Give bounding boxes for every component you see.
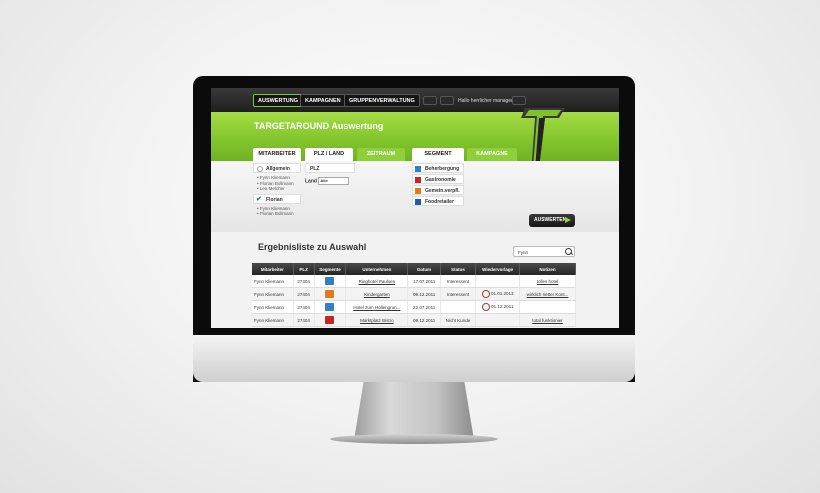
company-link[interactable]: Ringhotel Paulsen: [345, 275, 409, 288]
notes-link[interactable]: tolles hotel: [519, 275, 576, 288]
checkmark-icon: ✔: [256, 195, 262, 203]
notes-link[interactable]: wirklich netter Kont...: [519, 287, 576, 301]
table-row[interactable]: Fynn Kliemann 27404 Marktplatz Bistro 09…: [252, 313, 576, 327]
search-input[interactable]: Fynn: [513, 246, 575, 257]
tab-kampagne[interactable]: KAMPAGNE: [467, 148, 517, 161]
col-notizen[interactable]: Notizen: [519, 263, 576, 275]
land-select[interactable]: Alle: [318, 177, 350, 185]
search-icon[interactable]: [565, 248, 572, 255]
radio-icon: [257, 166, 263, 172]
bed-icon: [325, 303, 335, 311]
group-florian[interactable]: ✔ Florian: [253, 193, 301, 204]
tab-zeitraum[interactable]: ZEITRAUM: [357, 148, 405, 161]
cutlery-icon: [415, 177, 421, 183]
play-icon: [565, 217, 571, 223]
monitor-base: [330, 434, 498, 444]
nav-gruppenverwaltung[interactable]: GRUPPENVERWALTUNG: [344, 94, 420, 107]
list-item[interactable]: • Lea Melcher: [253, 186, 301, 192]
segment-foodretailer[interactable]: Foodretailer: [412, 196, 464, 206]
notes-link[interactable]: total funktionier: [519, 313, 576, 327]
cart-icon: [415, 199, 421, 205]
tab-segment[interactable]: SEGMENT: [412, 148, 464, 161]
clock-icon: [481, 290, 490, 298]
tab-mitarbeiter[interactable]: MITARBEITER: [253, 148, 301, 161]
company-link[interactable]: Hotel zum Hollengrun...: [345, 300, 409, 314]
segment-column: Beherbergung Gastronomie Gemein.verpfl. …: [412, 163, 468, 207]
table-row[interactable]: Fynn Kliemann 27404 Ringhotel Paulsen 17…: [252, 275, 576, 288]
clock-icon: [481, 303, 490, 311]
results-title: Ergebnisliste zu Auswahl: [258, 242, 367, 252]
company-link[interactable]: Marktplatz Bistro: [345, 313, 409, 327]
plz-column: PLZ Land Alle: [305, 163, 355, 185]
list-item[interactable]: • Florian Bollmann: [253, 211, 301, 217]
company-link[interactable]: Kindergarten: [345, 287, 409, 301]
toolbar-icon-1[interactable]: [423, 96, 437, 105]
mitarbeiter-column: Allgemein • Fynn Kliemann • Florian Boll…: [253, 163, 301, 217]
canteen-icon: [325, 290, 335, 298]
col-segmente[interactable]: Segmente: [314, 263, 347, 275]
segment-gemeinschaftsverpflegung[interactable]: Gemein.verpfl.: [412, 185, 464, 195]
monitor-chin: [193, 335, 635, 382]
page-title: TARGETAROUND Auswertung: [254, 121, 384, 131]
col-status[interactable]: Status: [440, 263, 477, 275]
col-datum[interactable]: Datum: [407, 263, 441, 275]
land-row: Land Alle: [305, 177, 355, 185]
segment-beherbergung[interactable]: Beherbergung: [412, 163, 464, 173]
app-screen: AUSWERTUNG KAMPAGNEN GRUPPENVERWALTUNG H…: [211, 88, 619, 328]
nav-kampagnen[interactable]: KAMPAGNEN: [300, 94, 346, 107]
canteen-icon: [415, 188, 421, 194]
bed-icon: [325, 277, 335, 285]
results-table: Mitarbeiter PLZ Segmente Unternehmen Dat…: [252, 263, 576, 327]
col-unternehmen[interactable]: Unternehmen: [345, 263, 409, 275]
col-plz[interactable]: PLZ: [293, 263, 315, 275]
filter-panel: Allgemein • Fynn Kliemann • Florian Boll…: [211, 161, 619, 232]
col-wiedervorlage[interactable]: Wiedervorlage: [475, 263, 521, 275]
col-mitarbeiter[interactable]: Mitarbeiter: [252, 263, 294, 275]
monitor-stand: [354, 382, 474, 440]
segment-gastronomie[interactable]: Gastronomie: [412, 174, 464, 184]
toolbar-icon-2[interactable]: [440, 96, 454, 105]
notes-link[interactable]: [519, 300, 576, 314]
toolbar-icon-3[interactable]: [512, 96, 526, 105]
auswerten-button[interactable]: AUSWERTEN: [529, 214, 575, 227]
group-allgemein[interactable]: Allgemein: [253, 163, 301, 173]
nav-auswertung[interactable]: AUSWERTUNG: [253, 94, 304, 107]
user-greeting: Hallo herrlicher manager: [458, 98, 513, 104]
table-row[interactable]: Fynn Kliemann 27404 Kindergarten 09.12.2…: [252, 287, 576, 301]
table-row[interactable]: Fynn Kliemann 27404 Hotel zum Hollengrun…: [252, 300, 576, 314]
plz-field[interactable]: PLZ: [305, 163, 355, 173]
bed-icon: [415, 166, 421, 172]
tab-plz-land[interactable]: PLZ / LAND: [305, 148, 353, 161]
cutlery-icon: [325, 316, 335, 324]
